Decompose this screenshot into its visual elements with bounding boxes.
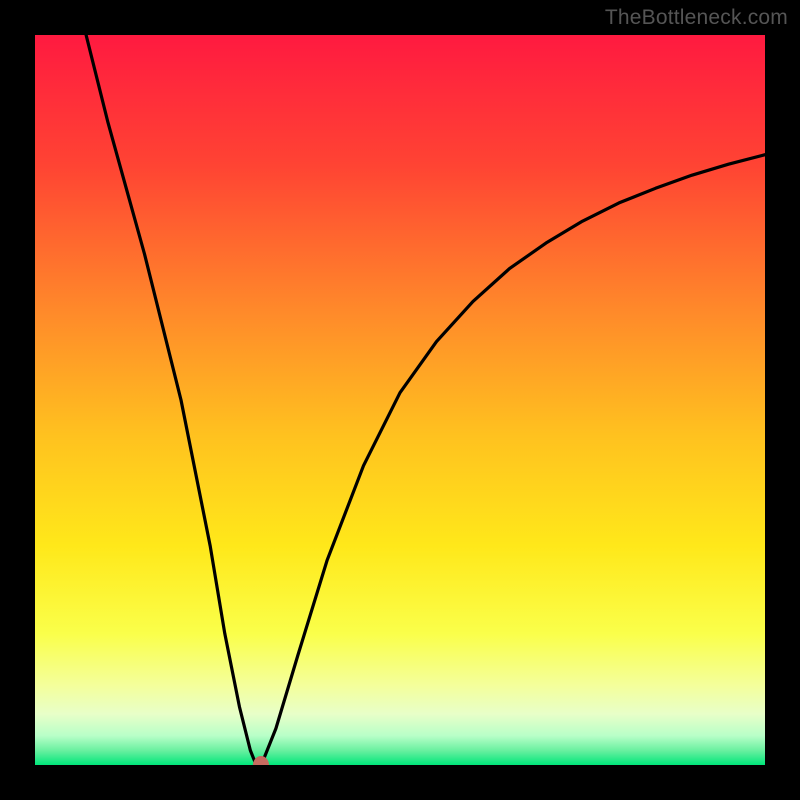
chart-frame: TheBottleneck.com	[0, 0, 800, 800]
watermark-text: TheBottleneck.com	[605, 6, 788, 30]
plot-area	[35, 35, 765, 765]
bottleneck-curve	[35, 35, 765, 765]
